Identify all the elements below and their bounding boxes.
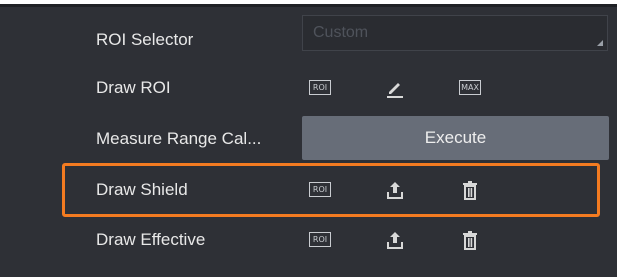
- roi-icon: ROI: [309, 80, 331, 95]
- edit-roi-button[interactable]: [384, 77, 406, 99]
- row-draw-effective: Draw Effective ROI: [0, 215, 617, 265]
- top-cropped-strip: [0, 0, 617, 7]
- draw-roi-button[interactable]: ROI: [309, 77, 331, 99]
- draw-effective-label: Draw Effective: [96, 230, 206, 249]
- roi-selector-value: Custom: [313, 24, 369, 41]
- execute-button[interactable]: Execute: [302, 116, 609, 160]
- row-roi-selector: ROI Selector Custom: [0, 15, 617, 65]
- draw-effective-roi-button[interactable]: ROI: [309, 229, 331, 251]
- max-icon: MAX: [459, 80, 481, 95]
- dropdown-corner-icon: [597, 40, 603, 46]
- upload-icon: [387, 232, 403, 249]
- max-roi-button[interactable]: MAX: [459, 77, 481, 99]
- roi-selector-dropdown[interactable]: Custom: [302, 15, 608, 51]
- trash-icon: [463, 231, 477, 250]
- delete-effective-button[interactable]: [459, 229, 481, 251]
- row-draw-roi: Draw ROI ROI MAX: [0, 63, 617, 113]
- draw-roi-label: Draw ROI: [96, 78, 171, 97]
- roi-selector-label: ROI Selector: [96, 30, 194, 49]
- measure-range-label: Measure Range Cal...: [96, 129, 262, 148]
- roi-icon: ROI: [309, 232, 331, 247]
- parameter-panel: ROI Selector Custom Draw ROI ROI MAX Mea…: [0, 0, 617, 277]
- import-effective-button[interactable]: [384, 229, 406, 251]
- cropped-top-area: [0, 0, 617, 4]
- pencil-icon: [387, 83, 403, 98]
- draw-shield-highlight: [62, 163, 600, 217]
